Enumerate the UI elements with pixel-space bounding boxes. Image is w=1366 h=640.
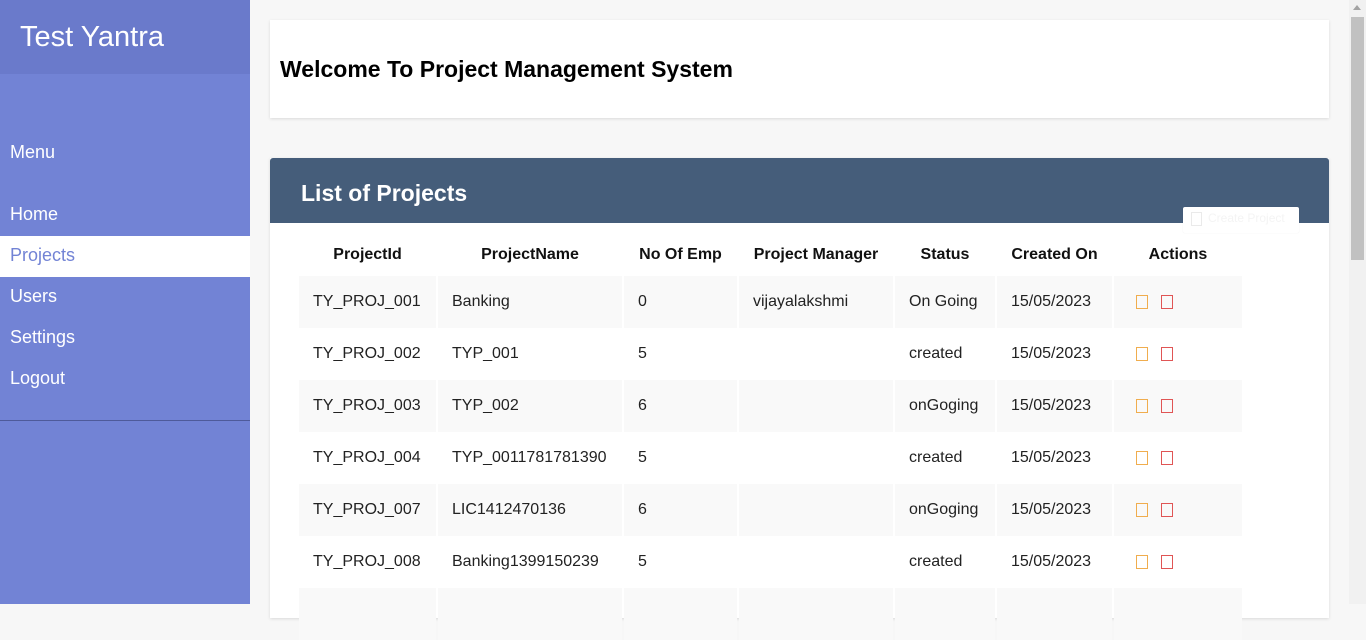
projects-panel: List of Projects Create Project ProjectI… xyxy=(270,158,1329,640)
cell-project-id: TY_PROJ_002 xyxy=(299,328,436,380)
cell-project-manager xyxy=(739,484,893,536)
cell-no-of-emp: 5 xyxy=(624,432,737,484)
cell-no-of-emp xyxy=(624,588,737,640)
cell-created-on: 15/05/2023 xyxy=(997,536,1112,588)
page-scrollbar[interactable] xyxy=(1349,0,1366,604)
cell-project-manager xyxy=(739,432,893,484)
sidebar-item-home[interactable]: Home xyxy=(0,195,250,236)
table-row: TY_PROJ_008 Banking1399150239 5 created … xyxy=(299,536,1242,588)
cell-status: created xyxy=(895,536,995,588)
brand-title: Test Yantra xyxy=(0,0,250,74)
sidebar-divider xyxy=(0,420,250,421)
cell-project-id: TY_PROJ_008 xyxy=(299,536,436,588)
projects-table: ProjectId ProjectName No Of Emp Project … xyxy=(297,234,1244,640)
cell-project-manager xyxy=(739,536,893,588)
cell-status: onGoging xyxy=(895,484,995,536)
delete-icon[interactable] xyxy=(1161,346,1173,361)
cell-actions xyxy=(1114,276,1242,328)
cell-project-name: LIC1412470136 xyxy=(438,484,622,536)
cell-project-name: Banking1399150239 xyxy=(438,536,622,588)
table-header-row: ProjectId ProjectName No Of Emp Project … xyxy=(299,234,1242,276)
scroll-up-arrow-icon[interactable] xyxy=(1353,5,1361,10)
edit-icon[interactable] xyxy=(1136,450,1148,465)
cell-created-on xyxy=(997,588,1112,640)
column-header-projectname[interactable]: ProjectName xyxy=(438,234,622,276)
delete-icon[interactable] xyxy=(1161,294,1173,309)
column-header-projectid[interactable]: ProjectId xyxy=(299,234,436,276)
cell-no-of-emp: 6 xyxy=(624,484,737,536)
cell-project-manager xyxy=(739,328,893,380)
sidebar-item-logout[interactable]: Logout xyxy=(0,359,250,400)
edit-icon[interactable] xyxy=(1136,294,1148,309)
table-row xyxy=(299,588,1242,640)
cell-created-on: 15/05/2023 xyxy=(997,432,1112,484)
edit-icon[interactable] xyxy=(1136,554,1148,569)
cell-actions xyxy=(1114,588,1242,640)
cell-status: created xyxy=(895,328,995,380)
cell-no-of-emp: 5 xyxy=(624,328,737,380)
cell-project-manager xyxy=(739,380,893,432)
page-title: Welcome To Project Management System xyxy=(280,56,733,82)
cell-project-name: Banking xyxy=(438,276,622,328)
sidebar-nav: Home Projects Users Settings Logout xyxy=(0,195,250,400)
projects-panel-header: List of Projects Create Project xyxy=(270,158,1329,233)
cell-no-of-emp: 5 xyxy=(624,536,737,588)
projects-title: List of Projects xyxy=(301,180,468,206)
cell-status: created xyxy=(895,432,995,484)
menu-label: Menu xyxy=(10,142,56,162)
cell-project-manager xyxy=(739,588,893,640)
table-row: TY_PROJ_001 Banking 0 vijayalakshmi On G… xyxy=(299,276,1242,328)
column-header-created-on[interactable]: Created On xyxy=(997,234,1112,276)
cell-project-id: TY_PROJ_003 xyxy=(299,380,436,432)
cell-project-name: TYP_0011781781390 xyxy=(438,432,622,484)
cell-project-name: TYP_002 xyxy=(438,380,622,432)
cell-created-on: 15/05/2023 xyxy=(997,484,1112,536)
cell-project-name: TYP_001 xyxy=(438,328,622,380)
cell-actions xyxy=(1114,432,1242,484)
welcome-card: Welcome To Project Management System xyxy=(270,20,1329,118)
cell-actions xyxy=(1114,536,1242,588)
delete-icon[interactable] xyxy=(1161,502,1173,517)
cell-no-of-emp: 0 xyxy=(624,276,737,328)
table-row: TY_PROJ_004 TYP_0011781781390 5 created … xyxy=(299,432,1242,484)
sidebar-item-projects[interactable]: Projects xyxy=(0,236,250,277)
cell-project-name xyxy=(438,588,622,640)
column-header-project-manager[interactable]: Project Manager xyxy=(739,234,893,276)
edit-icon[interactable] xyxy=(1136,502,1148,517)
column-header-no-of-emp[interactable]: No Of Emp xyxy=(624,234,737,276)
delete-icon[interactable] xyxy=(1161,398,1173,413)
create-project-label: Create Project xyxy=(1208,211,1285,225)
cell-project-id: TY_PROJ_007 xyxy=(299,484,436,536)
cell-actions xyxy=(1114,328,1242,380)
cell-status: onGoging xyxy=(895,380,995,432)
delete-icon[interactable] xyxy=(1161,450,1173,465)
cell-actions xyxy=(1114,484,1242,536)
column-header-actions: Actions xyxy=(1148,246,1208,263)
edit-icon[interactable] xyxy=(1136,346,1148,361)
sidebar: Test Yantra Menu Home Projects Users Set… xyxy=(0,0,250,604)
cell-created-on: 15/05/2023 xyxy=(997,328,1112,380)
cell-project-id xyxy=(299,588,436,640)
table-row: TY_PROJ_007 LIC1412470136 6 onGoging 15/… xyxy=(299,484,1242,536)
create-project-button[interactable]: Create Project xyxy=(1183,207,1299,233)
scrollbar-thumb[interactable] xyxy=(1351,17,1364,260)
cell-no-of-emp: 6 xyxy=(624,380,737,432)
plus-icon xyxy=(1191,212,1202,226)
cell-created-on: 15/05/2023 xyxy=(997,276,1112,328)
table-row: TY_PROJ_003 TYP_002 6 onGoging 15/05/202… xyxy=(299,380,1242,432)
cell-project-id: TY_PROJ_004 xyxy=(299,432,436,484)
column-header-status[interactable]: Status xyxy=(895,234,995,276)
cell-actions xyxy=(1114,380,1242,432)
cell-status xyxy=(895,588,995,640)
sidebar-item-settings[interactable]: Settings xyxy=(0,318,250,359)
cell-project-manager: vijayalakshmi xyxy=(739,276,893,328)
cell-project-id: TY_PROJ_001 xyxy=(299,276,436,328)
sidebar-item-users[interactable]: Users xyxy=(0,277,250,318)
table-row: TY_PROJ_002 TYP_001 5 created 15/05/2023 xyxy=(299,328,1242,380)
edit-icon[interactable] xyxy=(1136,398,1148,413)
cell-created-on: 15/05/2023 xyxy=(997,380,1112,432)
cell-status: On Going xyxy=(895,276,995,328)
delete-icon[interactable] xyxy=(1161,554,1173,569)
